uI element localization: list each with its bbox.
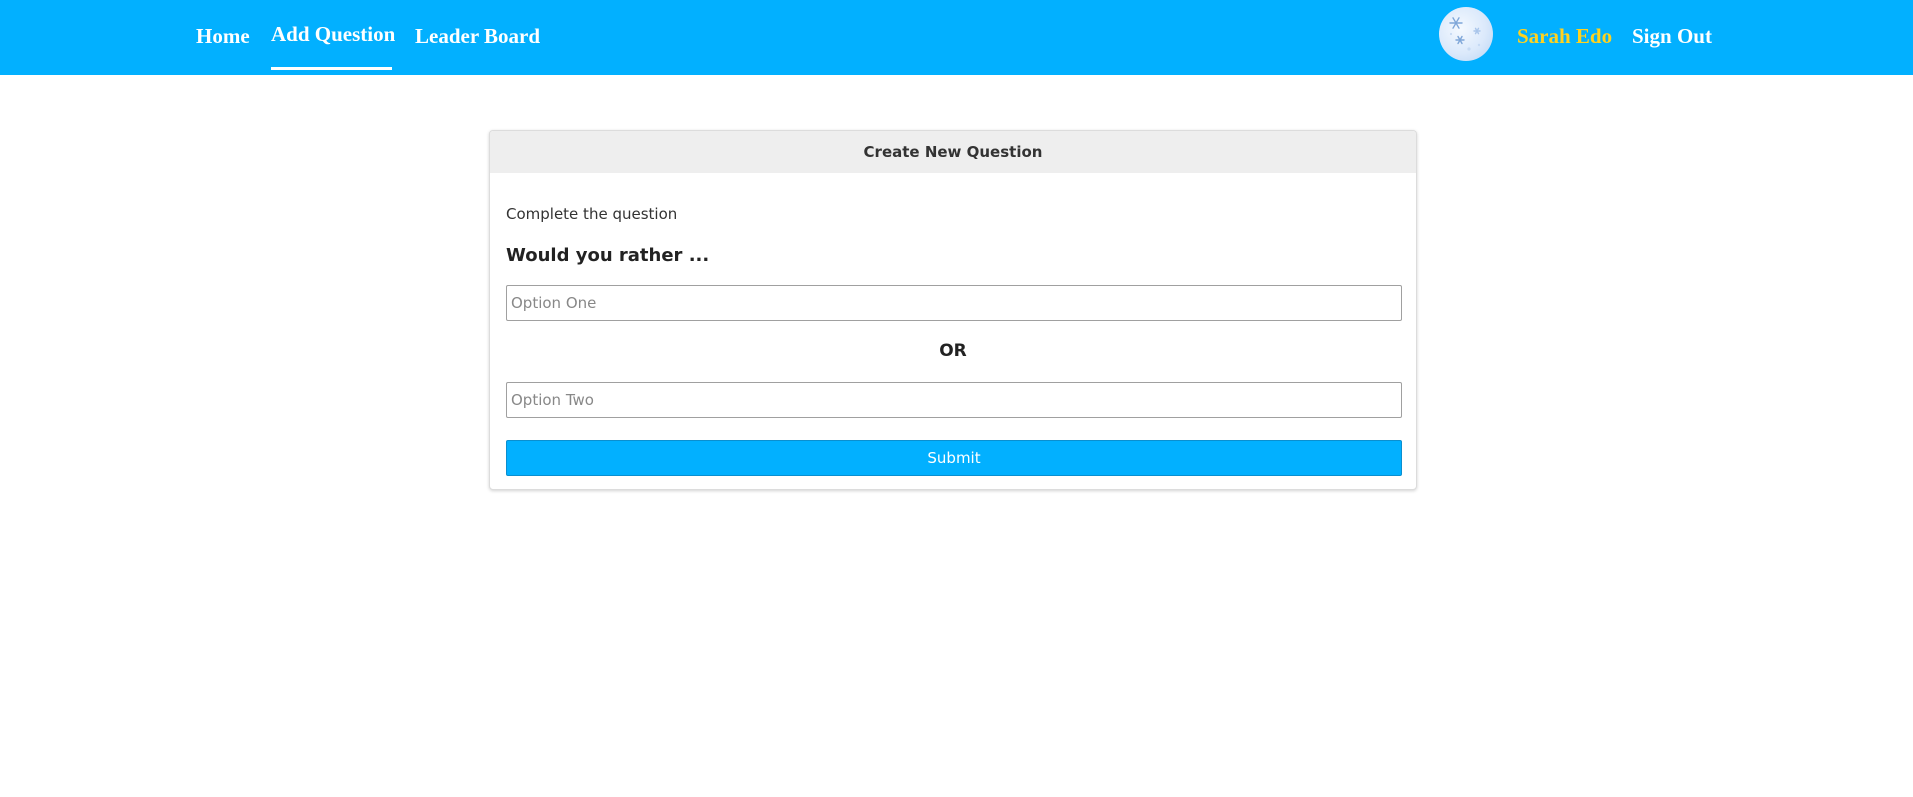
nav-home-link[interactable]: Home (196, 22, 250, 50)
card-subtitle: Complete the question (506, 205, 678, 223)
card-title: Create New Question (490, 131, 1416, 173)
avatar-snowflake-icon (1449, 17, 1481, 51)
option-two-input[interactable] (506, 382, 1402, 418)
nav-leader-board-link[interactable]: Leader Board (415, 22, 540, 50)
top-navbar: Home Add Question Leader Board Sarah Edo… (0, 0, 1913, 75)
user-name: Sarah Edo (1517, 24, 1613, 48)
avatar (1439, 7, 1493, 61)
nav-add-question-link[interactable]: Add Question (271, 20, 395, 48)
question-prompt: Would you rather ... (506, 245, 710, 266)
or-divider-label: OR (939, 341, 967, 361)
option-one-input[interactable] (506, 285, 1402, 321)
submit-button[interactable]: Submit (506, 440, 1402, 476)
active-tab-indicator (271, 67, 392, 70)
sign-out-link[interactable]: Sign Out (1632, 22, 1712, 50)
create-question-card: Create New Question Complete the questio… (489, 130, 1417, 490)
